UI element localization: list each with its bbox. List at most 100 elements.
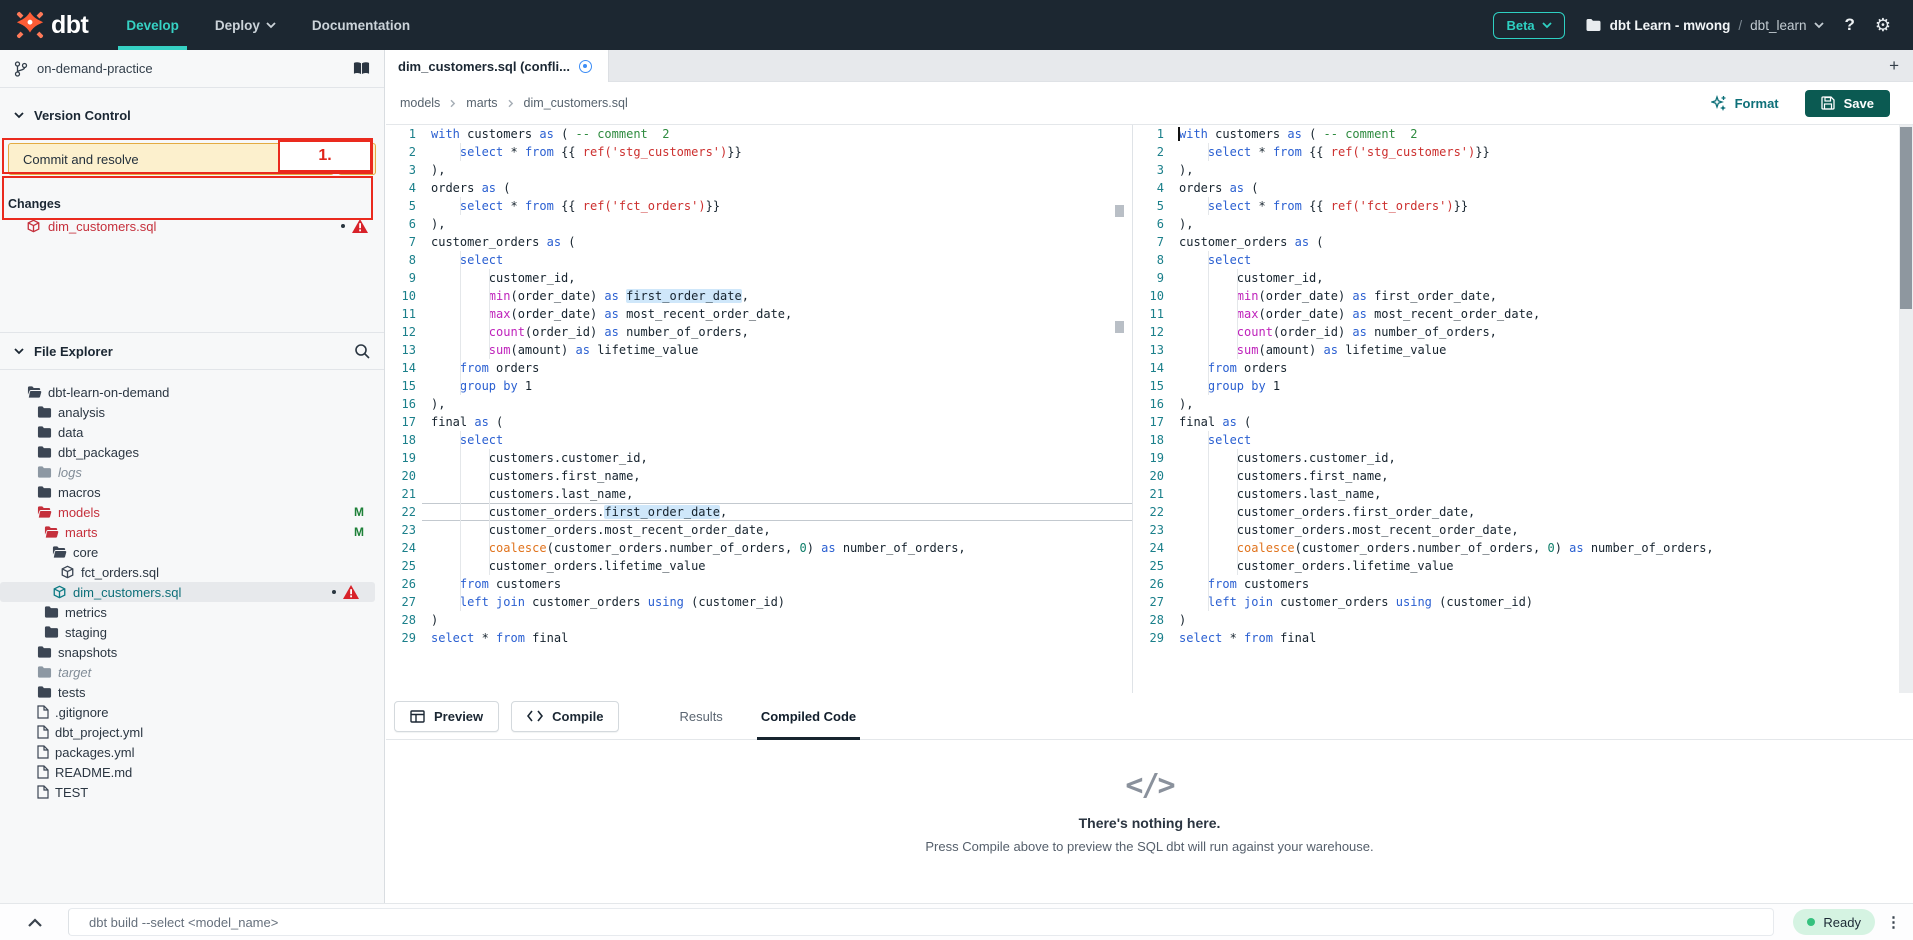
dbt-logo[interactable]: dbt [15, 10, 88, 40]
tree-item-staging[interactable]: staging [0, 622, 384, 642]
code-line-13[interactable]: sum(amount) as lifetime_value [422, 341, 1132, 359]
code-line-14[interactable]: from orders [1170, 359, 1913, 377]
code-line-24[interactable]: coalesce(customer_orders.number_of_order… [422, 539, 1132, 557]
code-line-29[interactable]: select * from final [1170, 629, 1913, 647]
editor-scrollbar[interactable] [1899, 125, 1913, 693]
beta-toggle[interactable]: Beta [1493, 12, 1564, 39]
tab-dim-customers[interactable]: dim_customers.sql (confli... [386, 50, 609, 82]
save-button[interactable]: Save [1805, 90, 1890, 117]
code-line-7[interactable]: customer_orders as ( [422, 233, 1132, 251]
code-right[interactable]: with customers as ( -- comment 2 select … [1170, 125, 1913, 693]
tree-item-dbt-packages[interactable]: dbt_packages [0, 442, 384, 462]
expand-panel-chevron-icon[interactable] [28, 918, 42, 927]
code-line-8[interactable]: select [422, 251, 1132, 269]
code-line-17[interactable]: final as ( [1170, 413, 1913, 431]
settings-gear-icon[interactable]: ⚙ [1875, 15, 1891, 36]
tree-item-packages-yml[interactable]: packages.yml [0, 742, 384, 762]
editor-scrollbar-thumb[interactable] [1900, 127, 1912, 309]
code-line-23[interactable]: customer_orders.most_recent_order_date, [422, 521, 1132, 539]
code-line-9[interactable]: customer_id, [1170, 269, 1913, 287]
tree-item-dbt-learn-on-demand[interactable]: dbt-learn-on-demand [0, 382, 384, 402]
code-line-22[interactable]: customer_orders.first_order_date, [1170, 503, 1913, 521]
new-tab-button[interactable]: + [1889, 56, 1899, 76]
code-line-7[interactable]: customer_orders as ( [1170, 233, 1913, 251]
code-line-10[interactable]: min(order_date) as first_order_date, [1170, 287, 1913, 305]
code-line-26[interactable]: from customers [422, 575, 1132, 593]
code-line-28[interactable]: ) [422, 611, 1132, 629]
tree-item-target[interactable]: target [0, 662, 384, 682]
git-branch-row[interactable]: on-demand-practice [0, 50, 384, 88]
breadcrumb-models[interactable]: models [400, 96, 440, 110]
code-left[interactable]: with customers as ( -- comment 2 select … [422, 125, 1132, 693]
code-line-19[interactable]: customers.customer_id, [422, 449, 1132, 467]
breadcrumb-file[interactable]: dim_customers.sql [524, 96, 628, 110]
format-button[interactable]: Format [1711, 95, 1779, 111]
nav-develop[interactable]: Develop [126, 0, 179, 50]
code-line-28[interactable]: ) [1170, 611, 1913, 629]
file-explorer-header[interactable]: File Explorer [0, 332, 384, 370]
code-line-8[interactable]: select [1170, 251, 1913, 269]
search-icon[interactable] [354, 343, 370, 359]
scroll-marker[interactable] [1115, 205, 1124, 217]
changed-file-row[interactable]: dim_customers.sql [0, 215, 384, 237]
code-line-15[interactable]: group by 1 [422, 377, 1132, 395]
code-line-27[interactable]: left join customer_orders using (custome… [422, 593, 1132, 611]
tree-item-analysis[interactable]: analysis [0, 402, 384, 422]
code-line-5[interactable]: select * from {{ ref('fct_orders')}} [422, 197, 1132, 215]
code-line-12[interactable]: count(order_id) as number_of_orders, [422, 323, 1132, 341]
code-line-23[interactable]: customer_orders.most_recent_order_date, [1170, 521, 1913, 539]
code-line-17[interactable]: final as ( [422, 413, 1132, 431]
editor-pane-left[interactable]: 1234567891011121314151617181920212223242… [386, 125, 1133, 693]
tree-item-data[interactable]: data [0, 422, 384, 442]
code-line-6[interactable]: ), [1170, 215, 1913, 233]
kebab-menu-icon[interactable]: ⋮ [1886, 913, 1901, 931]
code-line-24[interactable]: coalesce(customer_orders.number_of_order… [1170, 539, 1913, 557]
tree-item-test[interactable]: TEST [0, 782, 384, 802]
code-line-21[interactable]: customers.last_name, [1170, 485, 1913, 503]
code-line-20[interactable]: customers.first_name, [422, 467, 1132, 485]
tree-item-dim-customers-sql[interactable]: dim_customers.sql [0, 582, 375, 602]
version-control-header[interactable]: Version Control [0, 96, 384, 134]
code-line-16[interactable]: ), [422, 395, 1132, 413]
code-line-1[interactable]: with customers as ( -- comment 2 [422, 125, 1132, 143]
tree-item-core[interactable]: core [0, 542, 384, 562]
code-line-21[interactable]: customers.last_name, [422, 485, 1132, 503]
code-line-29[interactable]: select * from final [422, 629, 1132, 647]
code-line-13[interactable]: sum(amount) as lifetime_value [1170, 341, 1913, 359]
code-line-22[interactable]: customer_orders.first_order_date, [422, 503, 1132, 521]
code-line-4[interactable]: orders as ( [1170, 179, 1913, 197]
tree-item-models[interactable]: modelsM [0, 502, 384, 522]
code-line-20[interactable]: customers.first_name, [1170, 467, 1913, 485]
code-line-25[interactable]: customer_orders.lifetime_value [1170, 557, 1913, 575]
code-line-5[interactable]: select * from {{ ref('fct_orders')}} [1170, 197, 1913, 215]
code-line-6[interactable]: ), [422, 215, 1132, 233]
code-line-14[interactable]: from orders [422, 359, 1132, 377]
code-line-18[interactable]: select [1170, 431, 1913, 449]
code-line-1[interactable]: with customers as ( -- comment 2 [1170, 125, 1913, 143]
account-switcher[interactable]: dbt Learn - mwong / dbt_learn [1585, 18, 1825, 33]
code-line-3[interactable]: ), [422, 161, 1132, 179]
code-line-3[interactable]: ), [1170, 161, 1913, 179]
code-line-2[interactable]: select * from {{ ref('stg_customers')}} [422, 143, 1132, 161]
tab-compiled-code[interactable]: Compiled Code [757, 693, 860, 740]
tree-item--gitignore[interactable]: .gitignore [0, 702, 384, 722]
tree-item-snapshots[interactable]: snapshots [0, 642, 384, 662]
code-line-12[interactable]: count(order_id) as number_of_orders, [1170, 323, 1913, 341]
tab-results[interactable]: Results [675, 693, 726, 740]
docs-book-icon[interactable] [353, 61, 370, 76]
code-line-2[interactable]: select * from {{ ref('stg_customers')}} [1170, 143, 1913, 161]
code-line-19[interactable]: customers.customer_id, [1170, 449, 1913, 467]
compile-button[interactable]: Compile [511, 701, 619, 732]
tree-item-logs[interactable]: logs [0, 462, 384, 482]
preview-button[interactable]: Preview [394, 701, 499, 732]
tree-item-marts[interactable]: martsM [0, 522, 384, 542]
scroll-marker[interactable] [1115, 321, 1124, 333]
code-line-15[interactable]: group by 1 [1170, 377, 1913, 395]
code-line-11[interactable]: max(order_date) as most_recent_order_dat… [1170, 305, 1913, 323]
tree-item-fct-orders-sql[interactable]: fct_orders.sql [0, 562, 384, 582]
code-line-10[interactable]: min(order_date) as first_order_date, [422, 287, 1132, 305]
tree-item-macros[interactable]: macros [0, 482, 384, 502]
code-line-16[interactable]: ), [1170, 395, 1913, 413]
code-line-26[interactable]: from customers [1170, 575, 1913, 593]
help-icon[interactable]: ? [1844, 15, 1854, 35]
